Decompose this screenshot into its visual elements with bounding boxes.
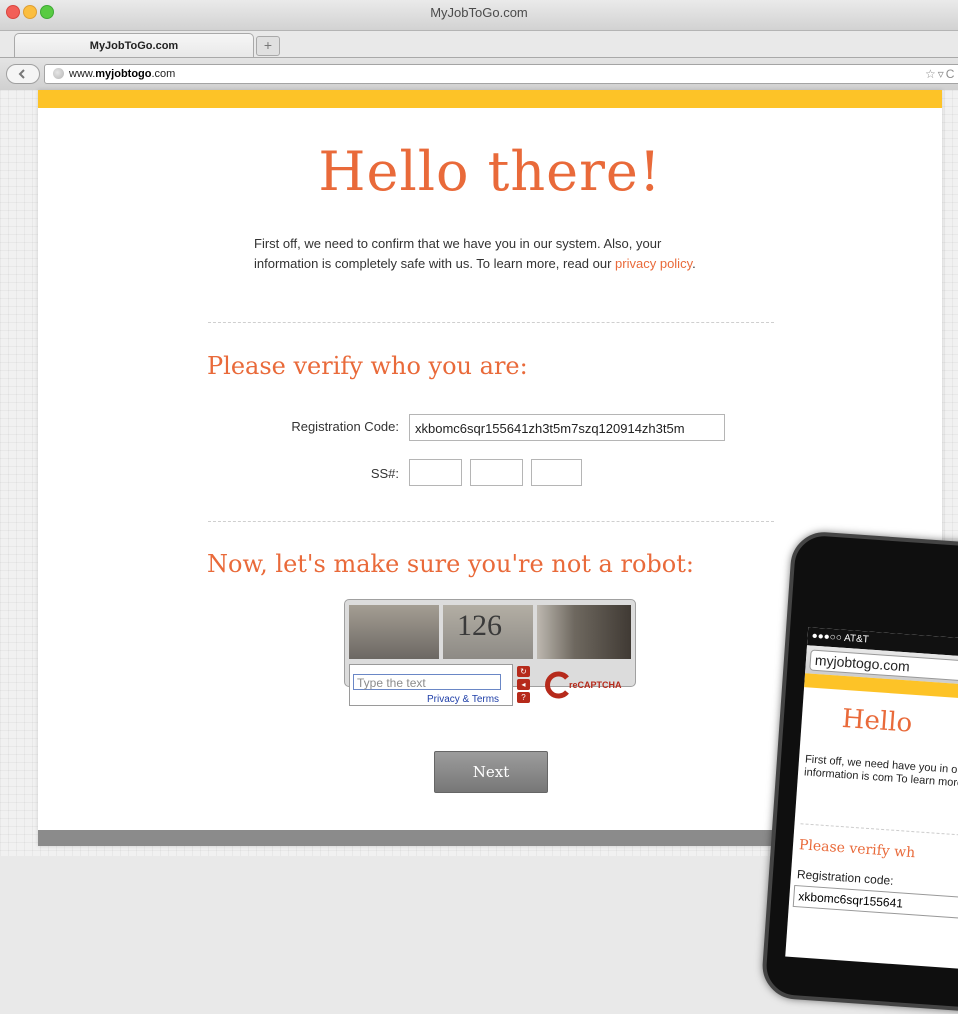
phone-registration-input[interactable]: xkbomc6sqr155641 — [792, 884, 958, 923]
captcha-image-text: 126 — [457, 609, 502, 642]
divider — [208, 521, 774, 522]
browser-toolbar: www.myjobtogo.com ☆▿C — [0, 57, 958, 91]
privacy-policy-link[interactable]: privacy policy — [615, 256, 692, 271]
ss-label: SS#: — [370, 466, 399, 481]
registration-code-label: Registration Code: — [291, 419, 399, 434]
divider — [208, 322, 774, 323]
plus-icon: + — [263, 37, 273, 53]
phone-divider — [800, 823, 958, 839]
verify-heading: Please verify who you are: — [207, 352, 528, 380]
captcha-text-input[interactable]: Type the text — [353, 674, 501, 690]
recaptcha-widget: 126 Type the text Privacy & Terms ↻ ◂ ? … — [344, 599, 636, 706]
recaptcha-brand: reCAPTCHA — [569, 680, 622, 690]
tab-myjobtogo[interactable]: MyJobToGo.com — [14, 33, 254, 58]
new-tab-button[interactable]: + — [256, 36, 280, 56]
registration-code-input[interactable]: xkbomc6sqr155641zh3t5m7szq120914zh3t5m — [409, 414, 725, 441]
page-title: Hello there! — [318, 140, 662, 203]
url-tools: ☆▿C — [925, 65, 956, 83]
ss-field-1[interactable] — [409, 459, 462, 486]
phone-mockup: ●●●○○ AT&T myjobtogo.com Hello First off… — [760, 530, 958, 1014]
star-icon[interactable]: ☆ — [925, 67, 938, 81]
audio-icon[interactable]: ◂ — [517, 679, 530, 690]
reload-icon[interactable]: C — [946, 67, 957, 81]
phone-title: Hello — [840, 703, 914, 739]
intro-text: First off, we need to confirm that we ha… — [254, 236, 696, 271]
address-bar[interactable]: www.myjobtogo.com ☆▿C — [44, 64, 958, 84]
back-button[interactable] — [6, 64, 40, 84]
captcha-buttons: ↻ ◂ ? — [517, 666, 531, 706]
robot-heading: Now, let's make sure you're not a robot: — [207, 550, 694, 578]
top-accent-bar — [38, 90, 942, 108]
phone-registration-label: Registration code: — [796, 867, 894, 888]
refresh-icon[interactable]: ↻ — [517, 666, 530, 677]
ss-field-2[interactable] — [470, 459, 523, 486]
phone-screen: ●●●○○ AT&T myjobtogo.com Hello First off… — [785, 627, 958, 972]
window-titlebar: MyJobToGo.com — [0, 0, 958, 31]
back-arrow-icon — [18, 69, 25, 79]
window-title: MyJobToGo.com — [430, 5, 528, 20]
phone-intro-text: First off, we need have you in our sy in… — [803, 753, 958, 791]
captcha-privacy-link[interactable]: Privacy & Terms — [427, 694, 499, 705]
next-button[interactable]: Next — [434, 751, 548, 793]
help-icon[interactable]: ? — [517, 692, 530, 703]
dropdown-icon[interactable]: ▿ — [938, 67, 946, 81]
captcha-image: 126 — [349, 605, 631, 659]
phone-verify-heading: Please verify wh — [798, 837, 916, 862]
globe-icon — [53, 68, 64, 79]
page-viewport: Hello there! First off, we need to confi… — [0, 90, 958, 1014]
url-text: www.myjobtogo.com — [69, 68, 176, 80]
ss-field-3[interactable] — [531, 459, 582, 486]
